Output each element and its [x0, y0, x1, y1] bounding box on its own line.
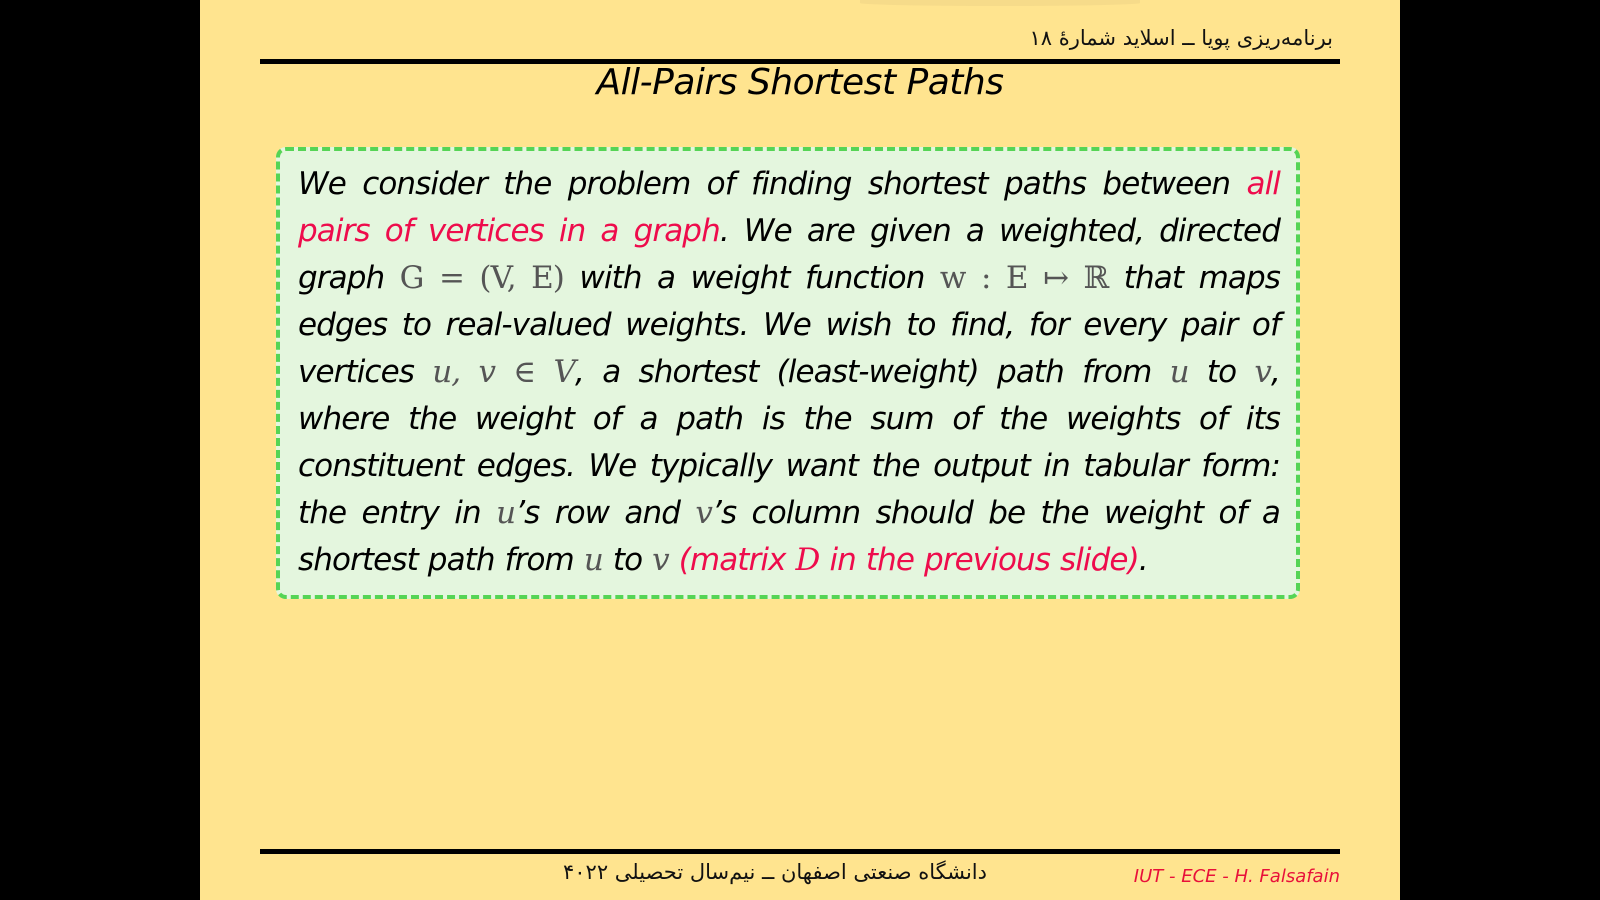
- math-vertex-pair: u, v ∈ V: [432, 354, 576, 390]
- slide-title: All-Pairs Shortest Paths: [596, 62, 1004, 103]
- paragraph-text: to: [602, 542, 653, 578]
- definition-box: We consider the problem of finding short…: [276, 147, 1300, 599]
- paragraph-text: .: [1138, 542, 1149, 578]
- math-v: v: [1254, 354, 1272, 390]
- math-u: u: [583, 542, 604, 578]
- math-v: v: [695, 495, 713, 531]
- highlighted-text-part: (matrix: [678, 542, 796, 578]
- math-matrix-d: D: [795, 542, 821, 578]
- paragraph-text: with a weight function: [564, 260, 940, 296]
- paragraph-text: We consider the problem of finding short…: [298, 166, 1247, 202]
- highlighted-text-part: in the previous slide): [819, 542, 1139, 578]
- footer-rule: [260, 849, 1340, 854]
- highlighted-text: (matrix D in the previous slide): [678, 542, 1140, 578]
- footer-credit: IUT - ECE - H. Falsafain: [1133, 866, 1340, 887]
- math-u: u: [496, 495, 516, 531]
- slide-header: برنامه‌ریزی پویا ــ اسلاید شمارهٔ ۱۸: [1029, 26, 1333, 50]
- paragraph-text: , a shortest (least-weight) path from: [575, 354, 1170, 390]
- top-glow-decoration: [860, 0, 1140, 6]
- math-weight-function: w : E ↦ ℝ: [939, 260, 1109, 296]
- paragraph-text: [669, 542, 679, 578]
- math-u: u: [1169, 354, 1190, 390]
- paragraph-text: ’s row and: [515, 495, 696, 531]
- math-graph-definition: G = (V, E): [399, 260, 565, 296]
- definition-paragraph: We consider the problem of finding short…: [298, 161, 1281, 584]
- paragraph-text: to: [1188, 354, 1255, 390]
- footer-university: دانشگاه صنعتی اصفهان ــ نیم‌سال تحصیلی ۴…: [563, 860, 987, 884]
- math-v: v: [652, 542, 670, 578]
